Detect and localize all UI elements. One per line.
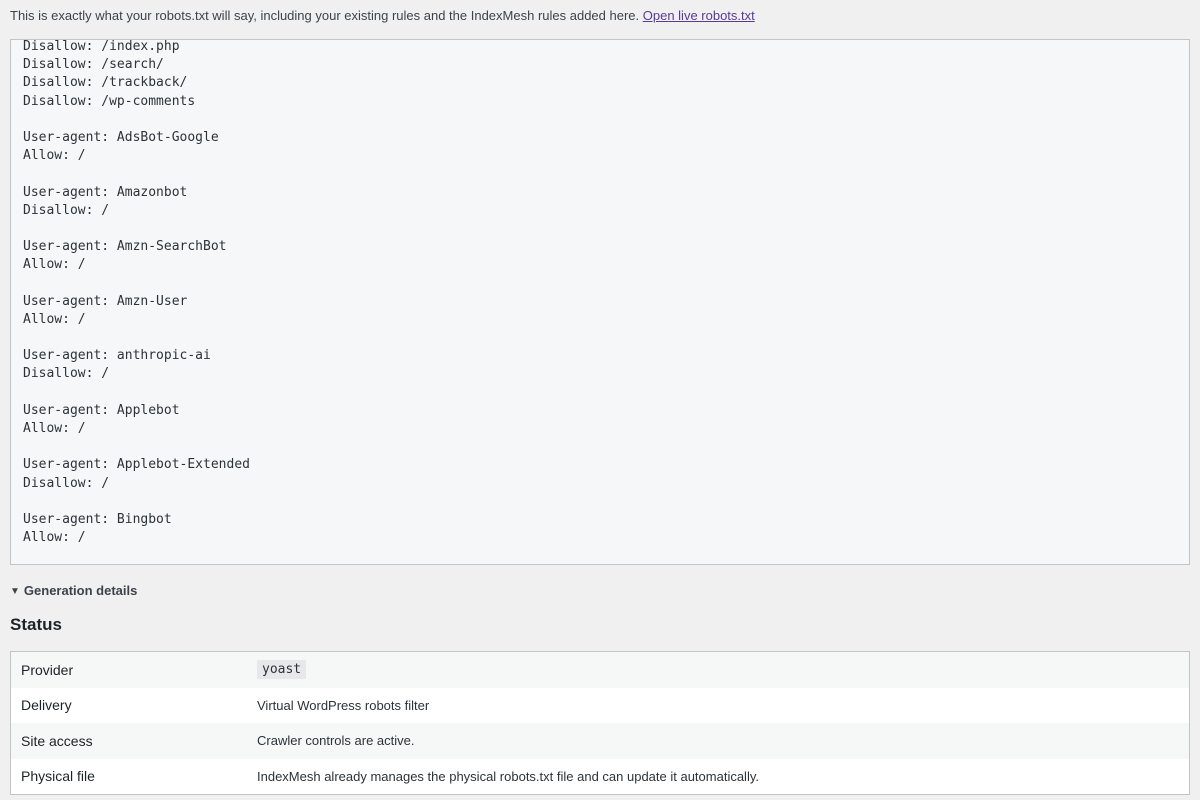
robots-line: User-agent: Amzn-User — [23, 293, 188, 309]
robots-line: Disallow: / — [23, 366, 110, 382]
status-row-label: Provider — [10, 651, 247, 688]
robots-line — [23, 384, 1177, 402]
robots-line: Allow: / — [23, 420, 86, 436]
status-row-label: Delivery — [21, 697, 72, 714]
robots-line: Allow: / — [23, 148, 86, 164]
robots-line — [23, 493, 1177, 511]
robots-line: Disallow: /wp-comments — [23, 93, 196, 109]
generation-details-label: Generation details — [23, 583, 138, 598]
status-row: Physical file IndexMesh already manages t… — [11, 759, 1190, 795]
robots-line: Disallow: / — [23, 202, 110, 218]
status-table: Provider yoast Delivery Virtual WordPress r… — [10, 651, 1190, 795]
intro-text: This is exactly what your robots.txt wil… — [10, 7, 755, 25]
robots-line: Disallow: /index.php — [23, 39, 180, 54]
robots-line: User-agent: anthropic-ai — [23, 348, 211, 364]
robots-line — [23, 329, 1177, 347]
robots-line — [23, 165, 1177, 183]
intro-description: This is exactly what your robots.txt wil… — [10, 8, 640, 23]
status-row-value-cell: Virtual WordPress robots filter — [247, 688, 1190, 724]
open-live-robots-link[interactable]: Open live robots.txt — [643, 8, 755, 23]
status-row: Delivery Virtual WordPress robots filter — [11, 688, 1190, 724]
robots-line: User-agent: Bingbot — [23, 511, 172, 527]
robots-line: User-agent: AdsBot-Google — [23, 129, 219, 145]
status-row-value-cell: IndexMesh already manages the physical r… — [247, 759, 1190, 795]
robots-preview-textarea[interactable]: Disallow: /index.php Disallow: /search/Di… — [10, 39, 1190, 565]
robots-preview-content: Disallow: /index.php Disallow: /search/Di… — [23, 39, 1177, 547]
provider-code-badge: yoast — [257, 660, 307, 680]
robots-line: Allow: / — [23, 257, 86, 273]
status-row: Site access Crawler controls are active. — [10, 723, 1190, 759]
robots-line: User-agent: Applebot — [23, 402, 180, 418]
robots-settings-page: This is exactly what your robots.txt wil… — [0, 0, 1200, 800]
robots-line: User-agent: Applebot-Extended — [23, 457, 250, 473]
status-row-label: Physical file — [21, 768, 95, 785]
triangle-down-icon: ▼ — [10, 586, 20, 597]
robots-line — [23, 111, 1177, 129]
status-row: Provider yoast — [10, 651, 1190, 688]
robots-line: User-agent: Amzn-SearchBot — [23, 239, 227, 255]
robots-line: Disallow: /trackback/ — [23, 75, 188, 91]
status-row-value-cell: Crawler controls are active. — [247, 723, 1190, 759]
status-row-value: Crawler controls are active. — [257, 733, 415, 749]
robots-line: Allow: / — [23, 530, 86, 546]
robots-line: User-agent: Amazonbot — [23, 184, 188, 200]
status-heading: Status — [10, 615, 62, 634]
robots-line: Allow: / — [23, 311, 86, 327]
robots-line: Disallow: / — [23, 475, 110, 491]
status-row-value-cell: yoast — [247, 651, 1190, 688]
robots-line — [23, 438, 1177, 456]
robots-line — [23, 274, 1177, 292]
status-row-value: IndexMesh already manages the physical r… — [257, 768, 759, 784]
status-row-label: Site access — [10, 723, 247, 759]
generation-details-toggle[interactable]: ▼ Generation details — [10, 582, 137, 602]
robots-line: Disallow: /search/ — [23, 57, 164, 73]
status-row-value: Virtual WordPress robots filter — [257, 697, 430, 713]
robots-line — [23, 220, 1177, 238]
